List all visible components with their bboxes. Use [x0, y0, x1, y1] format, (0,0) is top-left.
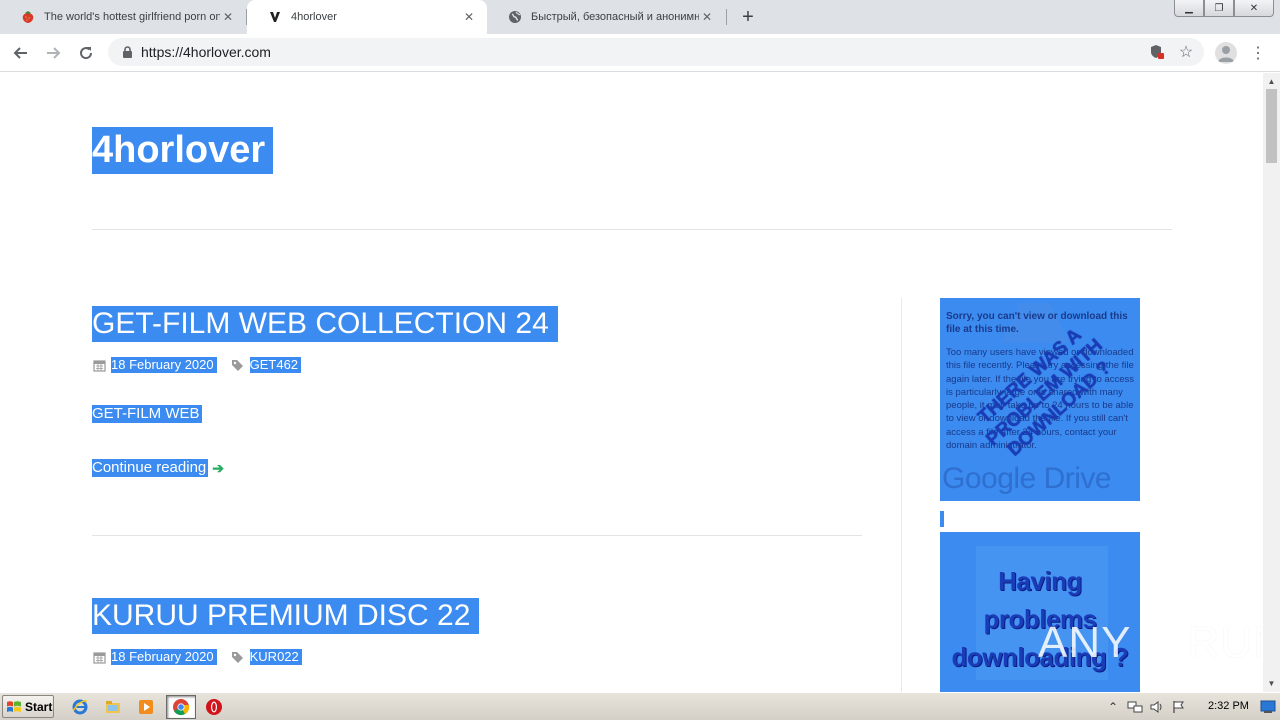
menu-dots-icon[interactable]: ⋮ [1250, 42, 1266, 64]
post-1-excerpt: GET-FILM WEB [92, 405, 202, 423]
post-divider [92, 535, 862, 536]
address-bar[interactable]: https://4horlover.com ☆ [108, 38, 1204, 66]
window-controls: ▁ ❐ ✕ [1174, 0, 1274, 17]
tab-3-title: Быстрый, безопасный и анонимный [531, 11, 699, 23]
scrollbar-thumb[interactable] [1266, 89, 1277, 163]
media-player-icon[interactable] [136, 697, 156, 717]
post-1-meta: 18 February 2020 GET462 [92, 357, 302, 373]
post-1-title[interactable]: GET-FILM WEB COLLECTION 24 [92, 306, 558, 342]
post-1-continue-reading[interactable]: Continue reading ➔ [92, 459, 224, 477]
reload-icon[interactable] [73, 40, 99, 66]
url-text[interactable]: https://4horlover.com [141, 44, 271, 60]
tab-2-title: 4horlover [291, 11, 337, 23]
anyrun-watermark: ANY RUN [1038, 613, 1263, 673]
header-divider [92, 229, 1172, 230]
tab-2-close-icon[interactable]: ✕ [461, 9, 477, 25]
post-2-title[interactable]: KURUU PREMIUM DISC 22 [92, 598, 480, 634]
arrow-right-icon: ➔ [212, 459, 224, 476]
tag-icon [231, 650, 245, 664]
calendar-icon [92, 650, 106, 664]
extension-shield-icon[interactable] [1148, 43, 1166, 61]
chrome-icon[interactable] [171, 697, 191, 717]
google-drive-error-image[interactable]: Sorry, you can't view or download this f… [940, 298, 1140, 501]
play-logo-icon [1141, 619, 1182, 667]
widget-marker [940, 511, 944, 527]
strawberry-icon [20, 9, 36, 25]
scroll-up-icon[interactable]: ▲ [1263, 73, 1280, 90]
show-desktop-icon[interactable] [1258, 697, 1278, 717]
tab-2[interactable]: 4horlover ✕ [247, 0, 487, 34]
tab-3[interactable]: Быстрый, безопасный и анонимный ✕ [487, 0, 725, 34]
restore-icon[interactable]: ❐ [1204, 0, 1234, 17]
explorer-icon[interactable] [103, 697, 123, 717]
profile-avatar-icon[interactable] [1215, 42, 1237, 64]
tab-1-title: The world's hottest girlfriend porn on [44, 11, 220, 23]
tray-expand-icon[interactable]: ⌃ [1104, 698, 1122, 716]
tab-1[interactable]: The world's hottest girlfriend porn on ✕ [0, 0, 246, 34]
page-viewport: 4horlover GET-FILM WEB COLLECTION 24 18 … [0, 73, 1263, 692]
continue-reading-link[interactable]: Continue reading [92, 459, 209, 477]
sidebar-divider [901, 298, 902, 692]
site-logo-icon [267, 9, 283, 25]
network-icon[interactable] [1126, 698, 1144, 716]
site-title[interactable]: 4horlover [92, 127, 274, 174]
scroll-down-icon[interactable]: ▼ [1263, 675, 1280, 692]
opera-icon[interactable] [204, 697, 224, 717]
tag-icon [231, 358, 245, 372]
calendar-icon [92, 358, 106, 372]
google-drive-logo: Google Drive [942, 462, 1112, 495]
taskbar-clock[interactable]: 2:32 PM [1208, 700, 1249, 712]
action-center-flag-icon[interactable] [1170, 698, 1188, 716]
page-scrollbar[interactable]: ▲ ▼ [1263, 73, 1280, 692]
post-1-date[interactable]: 18 February 2020 [111, 357, 217, 373]
tab-1-close-icon[interactable]: ✕ [220, 9, 236, 25]
forward-arrow-icon[interactable] [40, 40, 66, 66]
back-arrow-icon[interactable] [8, 40, 34, 66]
start-label: Start [25, 699, 53, 714]
lock-icon[interactable] [120, 44, 134, 60]
post-1-tag[interactable]: GET462 [249, 357, 302, 373]
browser-toolbar: https://4horlover.com ☆ ⋮ [0, 34, 1280, 72]
minimize-icon[interactable]: ▁ [1174, 0, 1204, 17]
tab-separator [726, 9, 727, 25]
plus-icon[interactable]: + [736, 5, 760, 29]
ie-icon[interactable] [70, 697, 90, 717]
bookmark-star-icon[interactable]: ☆ [1176, 42, 1196, 62]
close-icon[interactable]: ✕ [1234, 0, 1274, 17]
post-2-date[interactable]: 18 February 2020 [111, 649, 217, 665]
volume-icon[interactable] [1148, 698, 1166, 716]
watermark-right: RUN [1187, 618, 1263, 667]
tab-3-close-icon[interactable]: ✕ [699, 9, 715, 25]
tab-strip: The world's hottest girlfriend porn on ✕… [0, 0, 1280, 34]
start-button[interactable]: Start [2, 695, 54, 718]
windows-flag-icon [7, 700, 21, 712]
post-2-meta: 18 February 2020 KUR022 [92, 649, 302, 665]
globe-icon [507, 9, 523, 25]
windows-taskbar: Start ⌃ 2:32 PM [0, 692, 1280, 720]
post-2-tag[interactable]: KUR022 [249, 649, 302, 665]
watermark-left: ANY [1038, 618, 1132, 667]
